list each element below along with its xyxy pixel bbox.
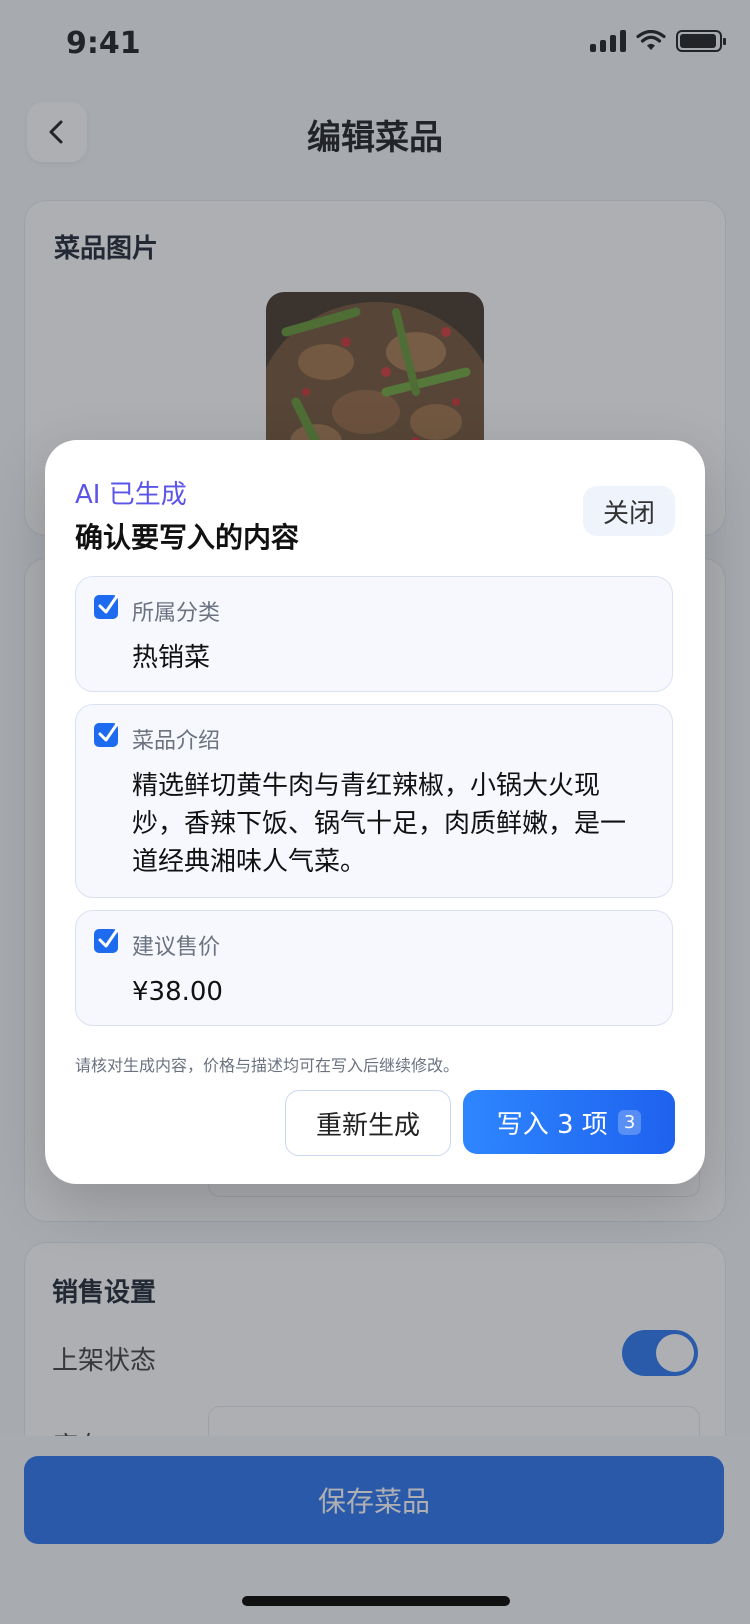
- checkbox-checked-icon[interactable]: [94, 928, 119, 953]
- regenerate-button[interactable]: 重新生成: [285, 1090, 451, 1156]
- confirm-item-intro[interactable]: 菜品介绍 精选鲜切黄牛肉与青红辣椒，小锅大火现炒，香辣下饭、锅气十足，肉质鲜嫩，…: [75, 704, 673, 898]
- item-label: 菜品介绍: [132, 729, 221, 754]
- item-value: ¥38.00: [132, 977, 223, 1007]
- item-value: 热销菜: [132, 643, 211, 673]
- item-value: 精选鲜切黄牛肉与青红辣椒，小锅大火现炒，香辣下饭、锅气十足，肉质鲜嫩，是一道经典…: [132, 771, 627, 877]
- item-label: 建议售价: [132, 935, 221, 960]
- apply-items-button[interactable]: 写入 3 项 3: [463, 1090, 675, 1154]
- dialog-title: 确认要写入的内容: [75, 521, 300, 554]
- item-label: 所属分类: [132, 601, 221, 626]
- dialog-note: 请核对生成内容，价格与描述均可在写入后继续修改。: [75, 1056, 460, 1075]
- apply-count-badge: 3: [617, 1109, 642, 1135]
- apply-button-label: 写入 3 项: [496, 1109, 608, 1140]
- close-button[interactable]: 关闭: [583, 486, 675, 536]
- ai-confirm-dialog: AI 已生成 确认要写入的内容 关闭 所属分类 热销菜 菜品介绍 精选鲜切黄牛肉…: [45, 440, 705, 1184]
- home-indicator: [242, 1596, 510, 1606]
- confirm-item-category[interactable]: 所属分类 热销菜: [75, 576, 673, 692]
- checkbox-checked-icon[interactable]: [94, 594, 119, 619]
- confirm-item-price[interactable]: 建议售价 ¥38.00: [75, 910, 673, 1026]
- dialog-kicker: AI 已生成: [75, 480, 187, 510]
- checkbox-checked-icon[interactable]: [94, 722, 119, 747]
